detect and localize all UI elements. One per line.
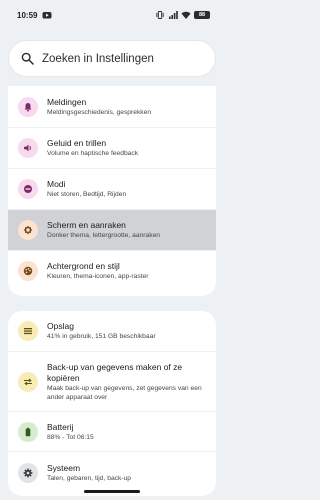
setting-title: Geluid en trillen — [47, 138, 107, 148]
search-input[interactable] — [42, 52, 207, 65]
home-indicator[interactable] — [84, 490, 140, 493]
signal-icon — [168, 10, 178, 20]
setting-title: Modi — [47, 179, 66, 189]
setting-subtitle: 88% - Tot 06:15 — [47, 433, 94, 441]
setting-title: Achtergrond en stijl — [47, 261, 120, 271]
setting-sound[interactable]: Geluid en trillen Volume en haptische fe… — [8, 127, 216, 168]
search-icon — [21, 52, 34, 65]
setting-storage[interactable]: Opslag 41% in gebruik, 151 GB beschikbaa… — [8, 311, 216, 351]
setting-subtitle: Kleuren, thema-iconen, app-raster — [47, 273, 149, 280]
settings-group-2: Opslag 41% in gebruik, 151 GB beschikbaa… — [8, 311, 216, 496]
youtube-icon — [42, 10, 52, 20]
status-time: 10:59 — [17, 10, 38, 20]
setting-modes[interactable]: Modi Niet storen, Bedtijd, Rijden — [8, 168, 216, 209]
setting-title: Meldingen — [47, 96, 87, 107]
setting-backup-transfer[interactable]: Back-up van gegevens maken of ze kopiëre… — [8, 351, 216, 411]
setting-display[interactable]: Scherm en aanraken Donker thema, letterg… — [8, 209, 216, 250]
battery-icon — [18, 421, 38, 442]
gear-icon — [18, 463, 38, 483]
wifi-icon — [181, 10, 191, 20]
setting-title: Scherm en aanraken — [47, 220, 126, 230]
settings-group-1: Meldingen Meldingsgeschiedenis, gesprekk… — [8, 86, 216, 296]
status-bar: 10:59 88 — [0, 0, 224, 30]
setting-battery[interactable]: Batterij 88% - Tot 06:15 — [8, 411, 216, 451]
vibrate-icon — [155, 10, 165, 20]
setting-subtitle: Donker thema, lettergrootte, aanraken — [47, 232, 161, 239]
setting-subtitle: Maak back-up van gegevens, zet gegevens … — [47, 384, 202, 401]
setting-wallpaper[interactable]: Achtergrond en stijl Kleuren, thema-icon… — [8, 250, 216, 291]
setting-subtitle: 41% in gebruik, 151 GB beschikbaar — [47, 333, 156, 340]
setting-title: Opslag — [47, 321, 74, 331]
palette-icon — [18, 261, 38, 281]
storage-icon — [18, 321, 38, 341]
setting-title: Systeem — [47, 463, 81, 473]
bell-icon — [18, 96, 38, 117]
setting-notifications[interactable]: Meldingen Meldingsgeschiedenis, gesprekk… — [8, 86, 216, 127]
setting-system[interactable]: Systeem Talen, gebaren, tijd, back-up — [8, 451, 216, 494]
setting-title: Back-up van gegevens maken of ze kopiëre… — [47, 361, 183, 383]
battery-level: 88 — [194, 11, 210, 19]
do-not-disturb-icon — [18, 179, 38, 199]
status-bar-right: 88 — [155, 10, 210, 20]
setting-subtitle: Meldingsgeschiedenis, gesprekken — [47, 108, 152, 116]
status-bar-left: 10:59 — [17, 10, 52, 20]
brightness-icon — [18, 220, 38, 240]
setting-title: Batterij — [47, 421, 74, 432]
setting-subtitle: Talen, gebaren, tijd, back-up — [47, 475, 132, 482]
setting-subtitle: Niet storen, Bedtijd, Rijden — [47, 191, 127, 198]
setting-subtitle: Volume en haptische feedback — [47, 150, 139, 157]
search-bar[interactable] — [8, 40, 216, 77]
transfer-icon — [18, 371, 38, 392]
volume-icon — [18, 138, 38, 158]
